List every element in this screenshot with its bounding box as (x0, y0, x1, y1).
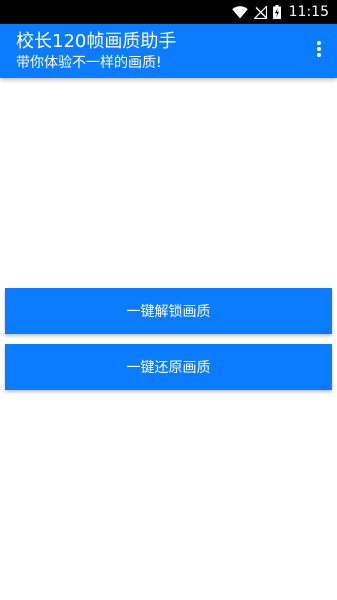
status-time: 11:15 (288, 4, 329, 20)
app-subtitle: 带你体验不一样的画质! (16, 55, 162, 71)
restore-quality-label: 一键还原画质 (126, 360, 211, 376)
status-bar: 11:15 (0, 0, 337, 24)
app-bar: 校长120帧画质助手 带你体验不一样的画质! (0, 24, 337, 78)
restore-quality-button[interactable]: 一键还原画质 (5, 344, 332, 390)
unlock-quality-label: 一键解锁画质 (126, 304, 211, 320)
more-vert-icon (317, 41, 321, 61)
app-title: 校长120帧画质助手 (16, 31, 177, 52)
battery-charging-icon (272, 5, 281, 19)
overflow-menu-button[interactable] (309, 36, 329, 66)
wifi-icon (231, 5, 248, 19)
status-icons: 11:15 (231, 0, 329, 24)
unlock-quality-button[interactable]: 一键解锁画质 (5, 288, 332, 334)
no-signal-icon (253, 5, 267, 19)
